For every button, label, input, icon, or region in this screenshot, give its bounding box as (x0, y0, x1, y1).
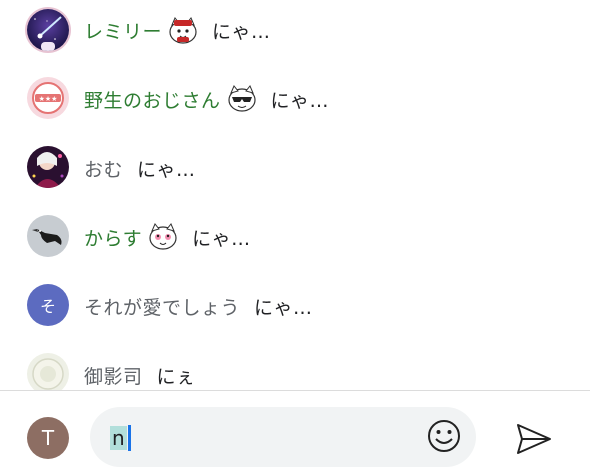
blush-cat-sticker-icon (148, 223, 178, 251)
message-input-text[interactable]: n (110, 425, 131, 451)
my-avatar[interactable]: T (27, 417, 69, 459)
chat-name: それが愛でしょう にゃ… (84, 293, 313, 320)
avatar-sorega-ai-desyou[interactable]: そ (27, 284, 69, 326)
chat-name: おむ にゃ… (84, 155, 196, 182)
chat-row-mikage-tsukasa[interactable]: 御影司 にぇ (0, 344, 590, 390)
chat-last-message: にゃ… (270, 89, 330, 112)
avatar-letter: そ (39, 297, 56, 316)
avatar-remily[interactable] (27, 9, 69, 51)
chat-name: からす にゃ… (84, 223, 251, 251)
chat-row-sorega-ai-desyou[interactable]: そ それが愛でしょう にゃ… (0, 275, 590, 335)
chat-name: 野生のおじさん にゃ… (84, 85, 329, 113)
avatar-omu[interactable] (27, 146, 69, 188)
chat-row-karasu[interactable]: からす にゃ… (0, 206, 590, 266)
emoji-icon[interactable] (426, 418, 462, 454)
chat-last-message: にゃ… (137, 159, 196, 181)
chat-row-omu[interactable]: おむ にゃ… (0, 137, 590, 197)
chat-last-message: にゃ… (212, 20, 271, 43)
chat-name-text: おむ (84, 159, 124, 181)
chat-last-message: にゃ… (254, 297, 313, 319)
text-caret (127, 425, 131, 451)
avatar-mikage-tsukasa[interactable] (27, 353, 69, 390)
chat-name-text: レミリー (84, 20, 163, 43)
message-composer: T n (0, 391, 590, 467)
chat-name: 御影司 にぇ (84, 362, 196, 389)
avatar-yasei-no-ojisan[interactable]: ★★★ (27, 77, 69, 119)
sunglasses-cat-sticker-icon (227, 85, 257, 113)
chat-row-remily[interactable]: レミリー にゃ… (0, 0, 590, 60)
message-input[interactable]: n (90, 407, 476, 467)
chat-list: レミリー にゃ… ★★★ 野生のおじさん にゃ… おむ にゃ… からす にゃ… … (0, 0, 590, 390)
chat-row-yasei-no-ojisan[interactable]: ★★★ 野生のおじさん にゃ… (0, 68, 590, 128)
chat-name-text: 野生のおじさん (84, 89, 221, 112)
input-composing-text: n (110, 426, 127, 450)
svg-text:★★★: ★★★ (39, 95, 58, 103)
chat-last-message: にゃ… (192, 227, 251, 250)
chat-name-text: からす (84, 227, 143, 250)
chat-name-text: それが愛でしょう (84, 297, 241, 319)
my-avatar-letter: T (41, 426, 55, 450)
cat-face-sticker-icon (168, 16, 198, 44)
avatar-karasu[interactable] (27, 215, 69, 257)
chat-last-message: にぇ (156, 366, 196, 388)
chat-name: レミリー にゃ… (84, 16, 271, 44)
chat-name-text: 御影司 (84, 366, 143, 388)
send-icon[interactable] (514, 421, 554, 457)
